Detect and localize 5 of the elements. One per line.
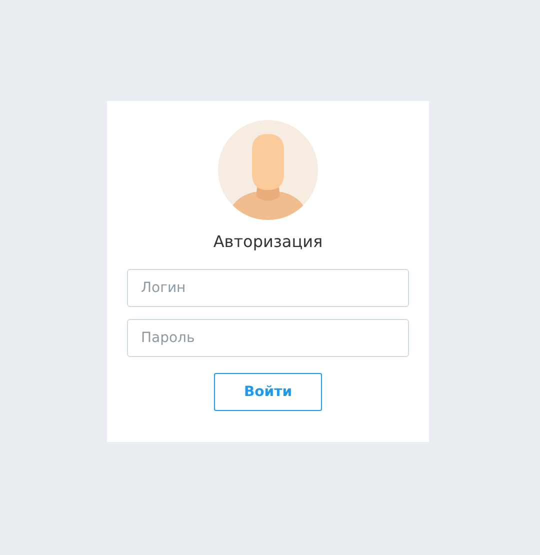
avatar-icon [218,120,318,220]
login-field[interactable]: Логин [127,269,409,307]
form-title: Авторизация [213,231,323,253]
login-button[interactable]: Войти [214,373,322,411]
password-field[interactable]: Пароль [127,319,409,357]
